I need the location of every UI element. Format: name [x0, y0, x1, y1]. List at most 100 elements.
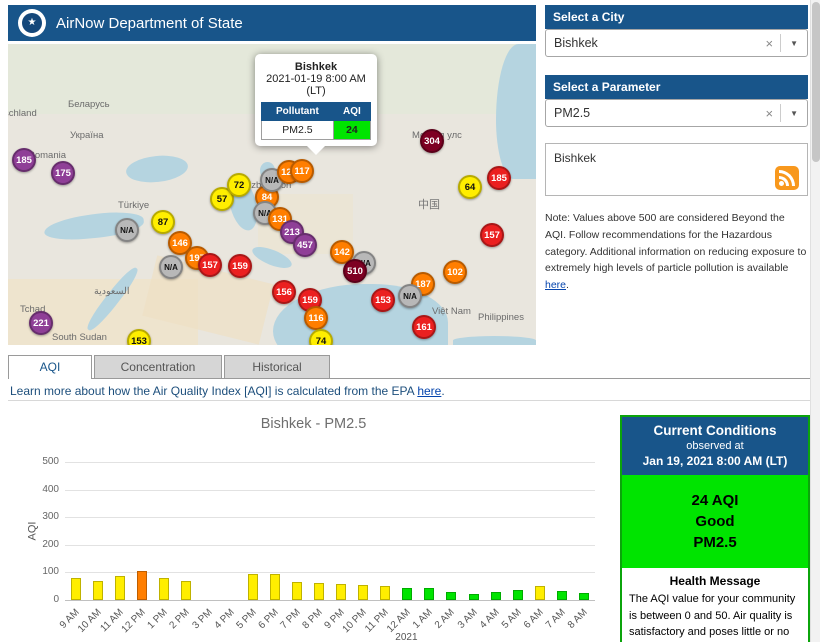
observed-at-datetime: Jan 19, 2021 8:00 AM (LT)	[642, 454, 788, 468]
learn-more-body: Learn more about how the Air Quality Ind…	[10, 384, 418, 398]
map-marker[interactable]: N/A	[115, 218, 139, 242]
chevron-down-icon[interactable]: ▼	[781, 109, 807, 118]
chart-bar[interactable]	[181, 580, 192, 600]
parameter-clear-icon[interactable]: ×	[758, 106, 780, 121]
city-select[interactable]: Bishkek × ▼	[545, 29, 808, 57]
page: ★ AirNow Department of State Беларусь Укр…	[0, 0, 820, 642]
map-marker[interactable]: 510	[343, 259, 367, 283]
observed-at-label: observed at	[686, 440, 744, 452]
city-clear-icon[interactable]: ×	[758, 36, 780, 51]
chart-bar[interactable]	[358, 584, 369, 600]
chart-bar[interactable]	[115, 575, 126, 600]
map-marker[interactable]: 185	[12, 148, 36, 172]
chart-bar[interactable]	[71, 578, 82, 600]
rss-feed-box: Bishkek	[545, 143, 808, 196]
app-title: AirNow Department of State	[56, 14, 243, 32]
map-marker[interactable]: 457	[293, 233, 317, 257]
parameter-select[interactable]: PM2.5 × ▼	[545, 99, 808, 127]
chart-bar[interactable]	[424, 588, 435, 600]
map[interactable]: БеларусьУкраїнаRomaniaschlandTürkiyeO'zb…	[8, 44, 536, 345]
popup-city: Bishkek	[294, 61, 338, 73]
chart-bar[interactable]	[291, 582, 302, 600]
tab-historical[interactable]: Historical	[224, 355, 330, 378]
scrollbar-track[interactable]	[810, 0, 820, 642]
map-marker[interactable]: N/A	[398, 284, 422, 308]
chart-bar[interactable]	[468, 593, 479, 600]
map-place-label: Philippines	[478, 312, 524, 323]
map-marker[interactable]: 87	[151, 210, 175, 234]
chart-bar[interactable]	[402, 587, 413, 600]
popup-pointer	[307, 146, 325, 155]
chart-bar[interactable]	[556, 591, 567, 600]
chart-x-axis	[65, 600, 595, 601]
chart-bar[interactable]	[269, 574, 280, 600]
chart-bar[interactable]	[446, 592, 457, 600]
current-aqi-category: Good	[695, 513, 735, 530]
map-marker[interactable]: 185	[487, 166, 511, 190]
chevron-down-icon[interactable]: ▼	[781, 39, 807, 48]
tab-aqi[interactable]: AQI	[8, 355, 92, 379]
current-conditions-title: Current Conditions	[653, 423, 777, 438]
chart-bar[interactable]	[512, 590, 523, 600]
chart-bar[interactable]	[159, 578, 170, 600]
map-place-label: السعودية	[94, 286, 130, 297]
aqi-chart: Bishkek - PM2.5 AQI 0 100 200 300 400 500 9 AM…	[15, 407, 612, 642]
popup-timezone: (LT)	[306, 85, 326, 97]
chart-bar[interactable]	[313, 583, 324, 600]
tab-concentration[interactable]: Concentration	[94, 355, 222, 378]
chart-year-label: 2021	[395, 632, 418, 642]
popup-col-pollutant: Pollutant	[261, 102, 334, 121]
chart-bar[interactable]	[490, 591, 501, 600]
learn-more-here-link[interactable]: here	[417, 384, 441, 398]
map-marker[interactable]: 175	[51, 161, 75, 185]
chart-bar[interactable]	[336, 584, 347, 600]
chart-title: Bishkek - PM2.5	[260, 416, 367, 432]
chart-bar[interactable]	[137, 571, 148, 600]
chart-bar[interactable]	[578, 593, 589, 600]
current-conditions-panel: Current Conditions observed at Jan 19, 2…	[620, 415, 810, 642]
map-marker[interactable]: 153	[371, 288, 395, 312]
current-aqi-value: 24 AQI	[691, 492, 739, 509]
chart-bar[interactable]	[534, 585, 545, 600]
map-marker[interactable]: 102	[443, 260, 467, 284]
rss-icon[interactable]	[775, 166, 799, 190]
note-here-link[interactable]: here	[545, 279, 566, 291]
map-popup: Bishkek 2021-01-19 8:00 AM (LT) Pollutan…	[255, 54, 377, 155]
chart-y-axis-label: AQI	[26, 521, 39, 541]
city-select-value: Bishkek	[554, 36, 598, 50]
map-place-label: Беларусь	[68, 99, 110, 110]
chart-y-tick: 100	[42, 566, 59, 578]
chart-bar[interactable]	[93, 580, 104, 600]
popup-pollutant-value: PM2.5	[261, 120, 334, 140]
map-marker[interactable]: 117	[290, 159, 314, 183]
map-marker[interactable]: 156	[272, 280, 296, 304]
map-marker[interactable]: N/A	[159, 255, 183, 279]
map-marker[interactable]: 221	[29, 311, 53, 335]
current-conditions-header: Current Conditions observed at Jan 19, 2…	[622, 417, 808, 475]
horizontal-rule	[8, 400, 812, 401]
seal-emblem-icon: ★	[22, 13, 42, 33]
chart-gridline	[65, 462, 595, 463]
map-marker[interactable]: 304	[420, 129, 444, 153]
map-marker[interactable]: 161	[412, 315, 436, 339]
dos-seal-logo: ★	[18, 9, 46, 37]
tabs-divider	[8, 378, 812, 379]
map-marker[interactable]: 72	[227, 173, 251, 197]
map-marker[interactable]: 116	[304, 306, 328, 330]
select-city-header: Select a City	[545, 5, 808, 29]
learn-more-period: .	[441, 384, 445, 398]
map-marker[interactable]: 159	[228, 254, 252, 278]
chart-bar[interactable]	[380, 585, 391, 600]
water-region	[124, 152, 190, 186]
map-marker[interactable]: 64	[458, 175, 482, 199]
health-message-header: Health Message	[669, 574, 761, 588]
chart-bar[interactable]	[247, 573, 258, 600]
chart-gridline	[65, 544, 595, 546]
map-marker[interactable]: 157	[198, 253, 222, 277]
scrollbar-thumb[interactable]	[812, 2, 820, 162]
rss-city-label: Bishkek	[554, 151, 597, 165]
chart-y-tick: 200	[42, 538, 59, 550]
map-marker[interactable]: 157	[480, 223, 504, 247]
health-message-text: The AQI value for your community is betw…	[629, 593, 796, 638]
popup-col-aqi: AQI	[332, 102, 372, 121]
